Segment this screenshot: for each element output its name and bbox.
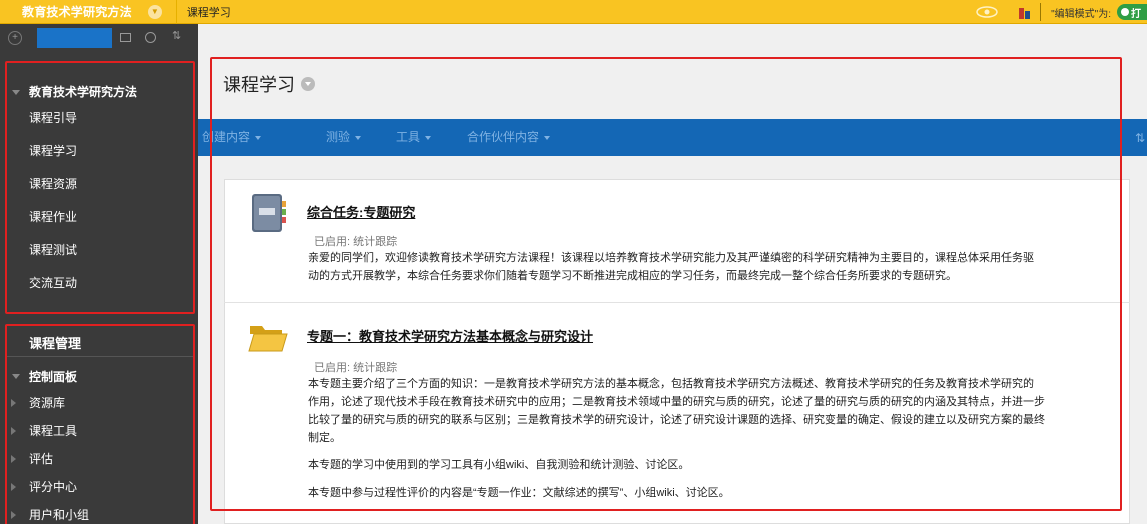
- tree-expand-caret-icon[interactable]: [12, 90, 20, 95]
- breadcrumb[interactable]: 课程学习: [187, 4, 231, 20]
- sidebar-divider: [7, 356, 193, 357]
- control-panel-caret-icon[interactable]: [12, 374, 20, 379]
- refresh-icon[interactable]: [145, 32, 156, 43]
- sidebar-item-users-groups[interactable]: 用户和小组: [29, 506, 89, 523]
- top-right-tools: "编辑模式"为: 打: [976, 0, 1147, 24]
- sidebar-item-evaluation[interactable]: 评估: [29, 450, 53, 467]
- add-menu-item-icon[interactable]: +: [8, 31, 22, 45]
- course-title[interactable]: 教育技术学研究方法: [22, 3, 132, 20]
- course-tree-title[interactable]: 教育技术学研究方法: [29, 83, 137, 100]
- toggle-dot-icon: [1121, 8, 1129, 16]
- course-menu-section: 教育技术学研究方法 课程引导 课程学习 课程资源 课程作业 课程测试 交流互动: [5, 61, 195, 314]
- sidebar-item-assignments[interactable]: 课程作业: [29, 208, 77, 225]
- course-menu-chevron-icon[interactable]: ▼: [147, 4, 162, 19]
- expand-arrow-icon[interactable]: [11, 483, 16, 491]
- expand-arrow-icon[interactable]: [11, 511, 16, 519]
- sidebar-item-learning[interactable]: 课程学习: [29, 142, 77, 159]
- sidebar-item-course-tools[interactable]: 课程工具: [29, 422, 77, 439]
- sidebar: + ⇅ 教育技术学研究方法 课程引导 课程学习 课程资源 课程作业 课程测试 交…: [0, 24, 198, 524]
- sidebar-item-grade-center[interactable]: 评分中心: [29, 478, 77, 495]
- expand-arrow-icon[interactable]: [11, 427, 16, 435]
- main-content-highlight: [210, 57, 1122, 511]
- control-panel-title[interactable]: 控制面板: [29, 368, 77, 385]
- top-separator: [1040, 3, 1042, 21]
- edit-mode-value: 打: [1131, 8, 1141, 20]
- edit-mode-label: "编辑模式"为:: [1051, 8, 1111, 20]
- folder-view-icon[interactable]: [120, 33, 131, 42]
- statistics-chart-icon[interactable]: [1018, 5, 1032, 19]
- top-bar: 教育技术学研究方法 ▼ 课程学习 "编辑模式"为: 打: [0, 0, 1147, 24]
- sidebar-toolbar: + ⇅: [0, 24, 198, 52]
- sidebar-item-interaction[interactable]: 交流互动: [29, 274, 77, 291]
- course-management-section: 课程管理 控制面板 资源库 课程工具 评估 评分中心 用户和小组: [5, 324, 195, 524]
- sidebar-search-box[interactable]: [37, 28, 112, 48]
- sort-icon[interactable]: ⇅: [172, 29, 181, 42]
- student-preview-eye-icon[interactable]: [976, 6, 998, 18]
- edit-mode-toggle[interactable]: 打: [1117, 4, 1147, 20]
- sidebar-item-resources[interactable]: 课程资源: [29, 175, 77, 192]
- expand-arrow-icon[interactable]: [11, 455, 16, 463]
- course-management-title: 课程管理: [29, 336, 82, 351]
- sidebar-item-content-collection[interactable]: 资源库: [29, 394, 65, 411]
- expand-arrow-icon[interactable]: [11, 399, 16, 407]
- sidebar-item-guide[interactable]: 课程引导: [29, 109, 77, 126]
- sidebar-item-tests[interactable]: 课程测试: [29, 241, 77, 258]
- top-divider: [175, 0, 177, 24]
- reorder-icon[interactable]: ⇅: [1135, 131, 1145, 145]
